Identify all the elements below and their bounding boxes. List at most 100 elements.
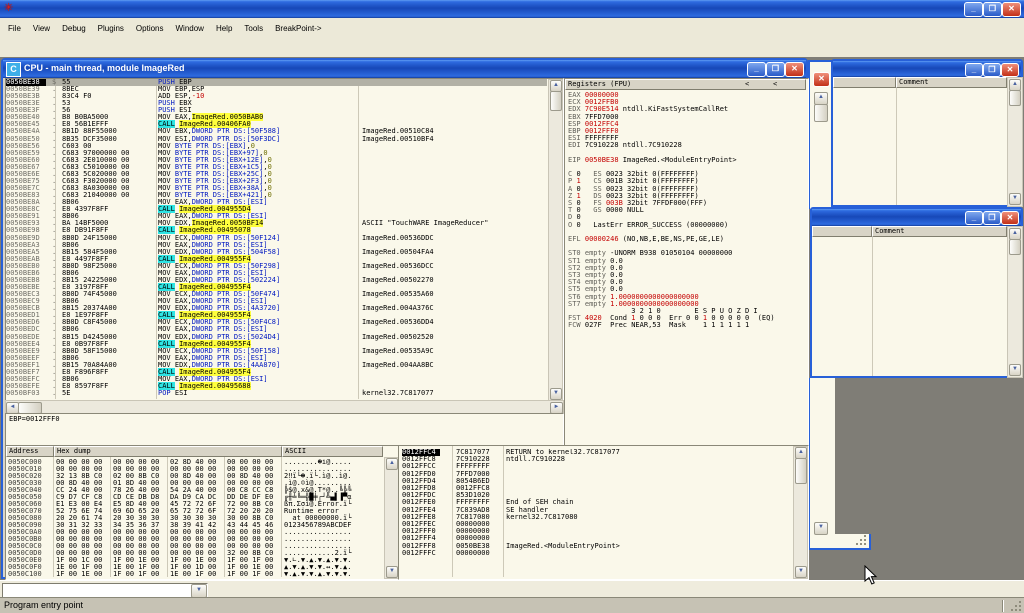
menu-item-options[interactable]: Options [130,22,170,35]
registers-pane[interactable]: Registers (FPU) < < EAX 00000000ECX 0012… [564,78,809,446]
win-a-scroll-thumb[interactable] [1009,90,1021,106]
dump-header-address[interactable]: Address [6,446,54,457]
win-b-scroll-down[interactable]: ▼ [1009,364,1021,376]
fragment-close-button[interactable]: ✕ [813,72,830,87]
comment-window-bottom[interactable]: _ ❐ ✕ Comment ▲ ▼ [810,207,1023,378]
info-pane[interactable]: EBP=0012FFF0 [5,413,564,446]
dump-scrollbar[interactable]: ▲ ▼ [384,457,399,579]
win-a-restore[interactable]: ❐ [983,63,1001,77]
disasm-scroll-down[interactable]: ▼ [550,388,562,400]
disasm-vscrollbar[interactable]: ▲ ▼ [548,79,563,401]
disasm-row[interactable]: 0050BE83.C683 21040000 00MOV BYTE PTR DS… [6,192,547,199]
cpu-close[interactable]: ✕ [785,62,804,77]
win-b-scroll-thumb[interactable] [1009,239,1021,255]
disasm-row[interactable]: 0050BEB0.8B0D 98F25000MOV ECX,DWORD PTR … [6,263,547,270]
disasm-row[interactable]: 0050BED6.8B0D C8F45000MOV ECX,DWORD PTR … [6,319,547,326]
info-line: EBP=0012FFF0 [9,416,60,423]
mouse-cursor [864,565,878,591]
win-a-close[interactable]: ✕ [1001,63,1019,77]
disasm-row[interactable]: 0050BEE9.8B0D 58F15000MOV ECX,DWORD PTR … [6,348,547,355]
menu-items: FileViewDebugPluginsOptionsWindowHelpToo… [2,18,328,36]
dump-header-hex[interactable]: Hex dump [54,446,282,457]
comment-window-top-titlebar[interactable]: _ ❐ ✕ [833,61,1021,77]
win-b-col-divider [872,237,873,376]
register-line[interactable]: O 0 LastErr ERROR_SUCCESS (00000000) [568,222,728,229]
disasm-row[interactable]: 0050BE3B.83C4 F0ADD ESP,-10 [6,93,547,100]
command-combobox[interactable]: ▼ [2,583,208,598]
registers-header-arrow-1[interactable]: < [745,81,749,88]
win-a-scroll-down[interactable]: ▼ [1009,193,1021,205]
win-b-close[interactable]: ✕ [1001,211,1019,225]
background-window-corner [833,534,871,550]
disasm-scroll-thumb[interactable] [550,91,562,111]
registers-header[interactable]: Registers (FPU) [565,79,806,90]
main-title-bar[interactable]: ✳ _ ❐ ✕ [0,0,1024,18]
status-divider [1002,600,1004,612]
dump-row[interactable]: 0050C1001F 00 1E 001F 00 1F 001E 00 1F 0… [8,571,388,577]
dump-pane[interactable]: Address Hex dump ASCII 0050C00000 00 00 … [5,445,400,580]
menu-item-help[interactable]: Help [210,22,238,35]
register-line[interactable]: FCW 027F Prec NEAR,53 Mask 1 1 1 1 1 1 [568,322,749,329]
stack-scroll-thumb[interactable] [795,458,807,484]
stack-row[interactable]: 0012FFFC00000000 [402,550,790,557]
fragment-scroll-thumb[interactable] [814,104,828,122]
registers-header-arrow-2[interactable]: < [773,81,777,88]
register-lines: EAX 00000000ECX 0012FFB0EDX 7C90E514 ntd… [568,92,804,442]
dump-header-ascii[interactable]: ASCII [282,446,383,457]
status-bar: Program entry point [0,597,1024,613]
cpu-minimize[interactable]: _ [747,62,766,77]
register-line[interactable]: EIP 0050BE38 ImageRed.<ModuleEntryPoint> [568,157,737,164]
menu-item-window[interactable]: Window [170,22,210,35]
stack-scrollbar[interactable]: ▲ ▼ [793,446,808,579]
dump-scroll-down[interactable]: ▼ [386,566,398,578]
dump-rows: 0050C00000 00 00 0000 00 00 0002 8D 40 0… [8,459,388,577]
toolbar: Paused ▤◀✕▶‖↓⇓↧⇊↦↷ LnEMeThWiHaCpPaStBrRe… [0,35,1024,58]
menu-item-plugins[interactable]: Plugins [92,22,130,35]
comment-window-bottom-titlebar[interactable]: _ ❐ ✕ [812,209,1021,226]
app-icon: ✳ [4,2,13,15]
disassembly-rows: 0050BE38$55PUSH EBP0050BE39.8BECMOV EBP,… [6,79,547,398]
menu-item-debug[interactable]: Debug [56,22,92,35]
restore-button[interactable]: ❐ [983,2,1002,17]
minimize-button[interactable]: _ [964,2,983,17]
win-a-scrollbar[interactable]: ▲ ▼ [1007,77,1023,207]
disasm-row[interactable]: 0050BE9D.8B0D 24F15000MOV ECX,DWORD PTR … [6,235,547,242]
disasm-row[interactable]: 0050BE3E.53PUSH EBX [6,100,547,107]
disasm-row[interactable]: 0050BEF7.E8 F896F8FFCALL ImageRed.004955… [6,369,547,376]
win-a-comment-header[interactable]: Comment [896,77,1007,88]
status-text: Program entry point [4,600,83,610]
menu-item-view[interactable]: View [27,22,56,35]
fragment-scroll-down[interactable]: ▼ [814,522,828,535]
win-b-minimize[interactable]: _ [965,211,983,225]
register-line[interactable]: EFL 00000246 (NO,NB,E,BE,NS,PE,GE,LE) [568,236,724,243]
dump-scroll-up[interactable]: ▲ [386,458,398,470]
disasm-row[interactable]: 0050BE38$55PUSH EBP [6,79,547,86]
stack-pane[interactable]: 0012FFC47C817077RETURN to kernel32.7C817… [398,445,809,580]
win-b-restore[interactable]: ❐ [983,211,1001,225]
cpu-window-icon: C [6,62,21,77]
background-window-fragment-bottom[interactable]: ▼ [808,378,835,550]
command-combobox-dropdown[interactable]: ▼ [191,584,207,598]
comment-window-top[interactable]: _ ❐ ✕ Comment ▲ ▼ [831,59,1023,207]
stack-scroll-down[interactable]: ▼ [795,566,807,578]
menu-item-breakpoint[interactable]: BreakPoint-> [269,22,327,35]
disasm-row[interactable]: 0050BEFE.E8 8597F8FFCALL ImageRed.004956… [6,383,547,390]
cpu-window-title: CPU - main thread, module ImageRed [24,63,185,73]
cpu-restore[interactable]: ❐ [766,62,785,77]
win-b-col1-header[interactable] [812,226,872,237]
win-a-col1-header[interactable] [833,77,896,88]
register-line[interactable]: EDI 7C910228 ntdll.7C910228 [568,142,682,149]
menu-item-file[interactable]: File [2,22,27,35]
disasm-row[interactable]: 0050BEC3.8B0D 74F45000MOV ECX,DWORD PTR … [6,291,547,298]
statusbar-resize-grip[interactable] [1009,601,1023,613]
menu-bar: FileViewDebugPluginsOptionsWindowHelpToo… [0,18,1024,36]
resize-grip[interactable] [854,535,868,547]
win-b-scrollbar[interactable]: ▲ ▼ [1007,226,1023,378]
close-button[interactable]: ✕ [1002,2,1021,17]
cpu-title-bar[interactable]: C CPU - main thread, module ImageRed _ ❐… [3,60,806,78]
win-b-comment-header[interactable]: Comment [872,226,1007,237]
disasm-row[interactable]: 0050BF03.5EPOP ESIkernel32.7C817077 [6,390,547,397]
win-a-minimize[interactable]: _ [965,63,983,77]
menu-item-tools[interactable]: Tools [238,22,269,35]
disasm-row[interactable]: 0050BE8C.E8 4397F8FFCALL ImageRed.004955… [6,206,547,213]
